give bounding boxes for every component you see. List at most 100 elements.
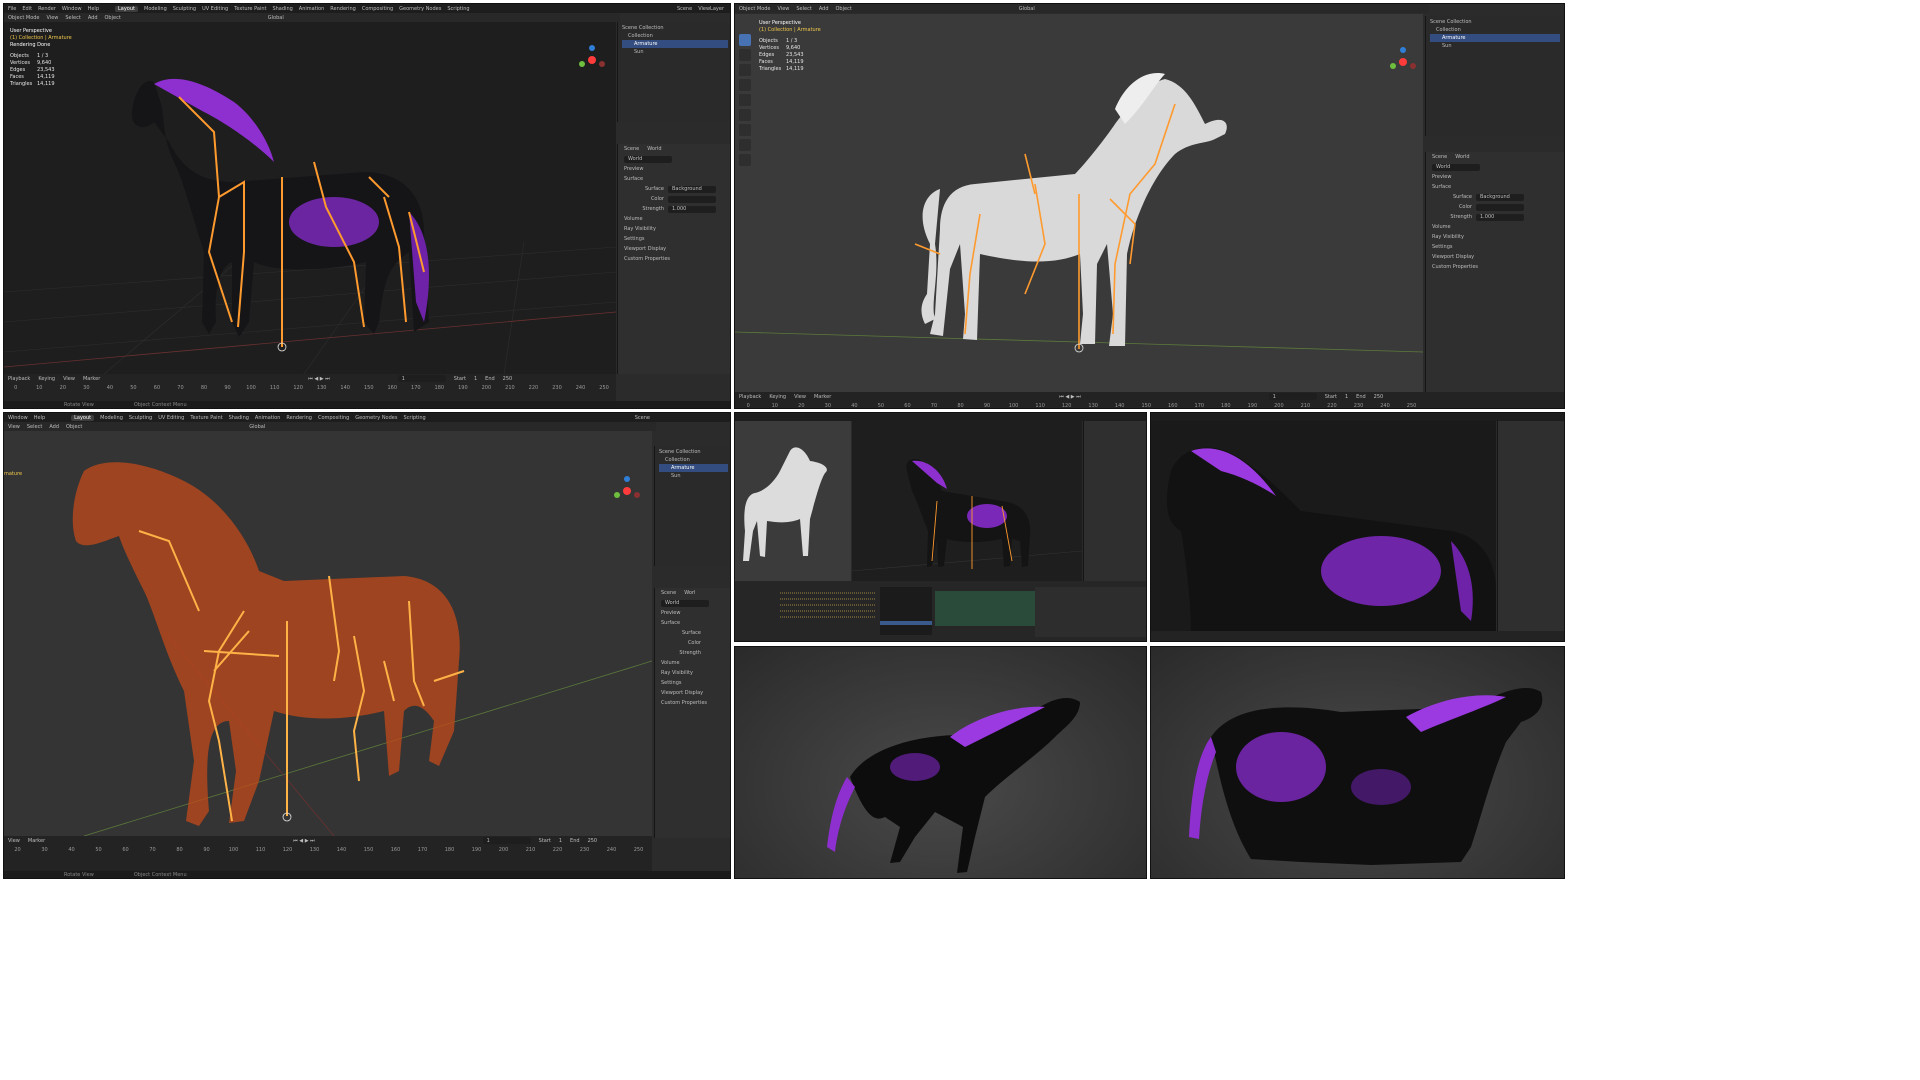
section-preview[interactable]: Preview	[1426, 172, 1564, 182]
section-preview[interactable]: Preview	[655, 608, 730, 618]
mode-dropdown[interactable]: Object Mode	[8, 15, 40, 21]
tab-animation[interactable]: Animation	[255, 415, 281, 421]
playback-controls-icon[interactable]: ⏮ ◀ ▶ ⏭	[293, 838, 314, 844]
prop-tab-scene[interactable]: Scene	[1432, 154, 1447, 160]
menu-help[interactable]: Help	[88, 6, 99, 12]
header-select[interactable]: Select	[27, 424, 42, 430]
viewport-3d[interactable]: User Perspective (1) Collection | Armatu…	[4, 22, 616, 374]
color-field[interactable]	[1476, 203, 1524, 211]
tab-scripting[interactable]: Scripting	[447, 6, 469, 12]
section-custom-properties[interactable]: Custom Properties	[1426, 262, 1564, 272]
viewport-3d[interactable]: mature	[4, 431, 652, 836]
header-add[interactable]: Add	[819, 6, 829, 12]
outliner-collection[interactable]: Collection	[1430, 26, 1560, 34]
playback-controls-icon[interactable]: ⏮ ◀ ▶ ⏭	[1059, 394, 1080, 400]
section-settings[interactable]: Settings	[618, 234, 730, 244]
annotate-tool-icon[interactable]	[739, 124, 751, 136]
section-custom-properties[interactable]: Custom Properties	[655, 698, 730, 708]
outliner-collection[interactable]: Collection	[659, 456, 728, 464]
outliner-scene-collection[interactable]: Scene Collection	[659, 448, 728, 456]
navigation-gizmo[interactable]	[574, 42, 610, 78]
menu-window[interactable]: Window	[8, 415, 28, 421]
timeline-keying[interactable]: Keying	[38, 376, 55, 382]
outliner-armature[interactable]: Armature	[659, 464, 728, 472]
section-ray-visibility[interactable]: Ray Visibility	[655, 668, 730, 678]
start-field[interactable]: 1	[559, 838, 562, 844]
transform-orientation[interactable]: Global	[1019, 6, 1035, 12]
surface-field[interactable]: Background	[668, 185, 716, 193]
timeline-ruler[interactable]: 20 30 40 50 60 70 80 90 100 110 120 130 140 150 160 170…	[4, 845, 652, 854]
add-cube-tool-icon[interactable]	[739, 154, 751, 166]
measure-tool-icon[interactable]	[739, 139, 751, 151]
viewport-right-rendered[interactable]	[852, 421, 1082, 581]
tab-modeling[interactable]: Modeling	[144, 6, 167, 12]
header-object[interactable]: Object	[66, 424, 82, 430]
section-viewport-display[interactable]: Viewport Display	[618, 244, 730, 254]
header-object[interactable]: Object	[836, 6, 852, 12]
tab-rendering[interactable]: Rendering	[330, 6, 356, 12]
tab-texture-paint[interactable]: Texture Paint	[234, 6, 266, 12]
move-tool-icon[interactable]	[739, 64, 751, 76]
outliner-armature[interactable]: Armature	[622, 40, 728, 48]
section-volume[interactable]: Volume	[1426, 222, 1564, 232]
section-ray-visibility[interactable]: Ray Visibility	[1426, 232, 1564, 242]
timeline-playback[interactable]: Playback	[739, 394, 761, 400]
tab-geometry-nodes[interactable]: Geometry Nodes	[355, 415, 397, 421]
tab-shading[interactable]: Shading	[272, 6, 292, 12]
mode-dropdown[interactable]: Object Mode	[739, 6, 771, 12]
section-surface[interactable]: Surface	[655, 618, 730, 628]
world-name-field[interactable]: World	[661, 599, 709, 607]
current-frame-field[interactable]: 1	[397, 375, 446, 382]
strength-field[interactable]: 1.000	[1476, 213, 1524, 221]
playback-controls-icon[interactable]: ⏮ ◀ ▶ ⏭	[308, 376, 329, 382]
world-name-field[interactable]: World	[1432, 163, 1480, 171]
tab-rendering[interactable]: Rendering	[286, 415, 312, 421]
section-volume[interactable]: Volume	[618, 214, 730, 224]
tab-sculpting[interactable]: Sculpting	[173, 6, 196, 12]
section-volume[interactable]: Volume	[655, 658, 730, 668]
rotate-tool-icon[interactable]	[739, 79, 751, 91]
section-preview[interactable]: Preview	[618, 164, 730, 174]
section-surface[interactable]: Surface	[1426, 182, 1564, 192]
prop-tab-world[interactable]: World	[1455, 154, 1469, 160]
menu-window[interactable]: Window	[62, 6, 82, 12]
timeline-playback[interactable]: Playback	[8, 376, 30, 382]
section-viewport-display[interactable]: Viewport Display	[655, 688, 730, 698]
tab-shading[interactable]: Shading	[229, 415, 249, 421]
timeline-marker[interactable]: Marker	[28, 838, 45, 844]
end-field[interactable]: 250	[1374, 394, 1384, 400]
outliner-sun[interactable]: Sun	[622, 48, 728, 56]
start-field[interactable]: 1	[1345, 394, 1348, 400]
tab-compositing[interactable]: Compositing	[362, 6, 393, 12]
section-ray-visibility[interactable]: Ray Visibility	[618, 224, 730, 234]
select-tool-icon[interactable]	[739, 34, 751, 46]
timeline-view[interactable]: View	[794, 394, 806, 400]
surface-field[interactable]: Background	[1476, 193, 1524, 201]
tab-layout[interactable]: Layout	[71, 414, 95, 421]
header-add[interactable]: Add	[49, 424, 59, 430]
outliner-sun[interactable]: Sun	[1430, 42, 1560, 50]
menu-help[interactable]: Help	[34, 415, 45, 421]
world-name-field[interactable]: World	[624, 155, 672, 163]
prop-tab-scene[interactable]: Scene	[661, 590, 676, 596]
current-frame-field[interactable]: 1	[482, 837, 531, 844]
timeline-view[interactable]: View	[8, 838, 20, 844]
menu-edit[interactable]: Edit	[22, 6, 32, 12]
prop-tab-world[interactable]: Worl	[684, 590, 695, 596]
tab-uv-editing[interactable]: UV Editing	[202, 6, 228, 12]
timeline-view[interactable]: View	[63, 376, 75, 382]
viewport-3d[interactable]: User Perspective (1) Collection | Armatu…	[735, 14, 1423, 392]
prop-tab-scene[interactable]: Scene	[624, 146, 639, 152]
section-custom-properties[interactable]: Custom Properties	[618, 254, 730, 264]
start-field[interactable]: 1	[474, 376, 477, 382]
timeline-ruler[interactable]: 0 10 20 30 40 50 60 70 80 90 100 110 120 130 140 150 160…	[735, 401, 1425, 409]
outliner-scene-collection[interactable]: Scene Collection	[622, 24, 728, 32]
timeline-marker[interactable]: Marker	[83, 376, 100, 382]
scene-selector[interactable]: Scene	[677, 6, 692, 12]
outliner-armature[interactable]: Armature	[1430, 34, 1560, 42]
header-select[interactable]: Select	[65, 15, 80, 21]
timeline-marker[interactable]: Marker	[814, 394, 831, 400]
timeline-ruler[interactable]: 0 10 20 30 40 50 60 70 80 90 100 110 120 130 140 150 160…	[4, 383, 616, 392]
outliner-sun[interactable]: Sun	[659, 472, 728, 480]
navigation-gizmo[interactable]	[1385, 44, 1421, 80]
